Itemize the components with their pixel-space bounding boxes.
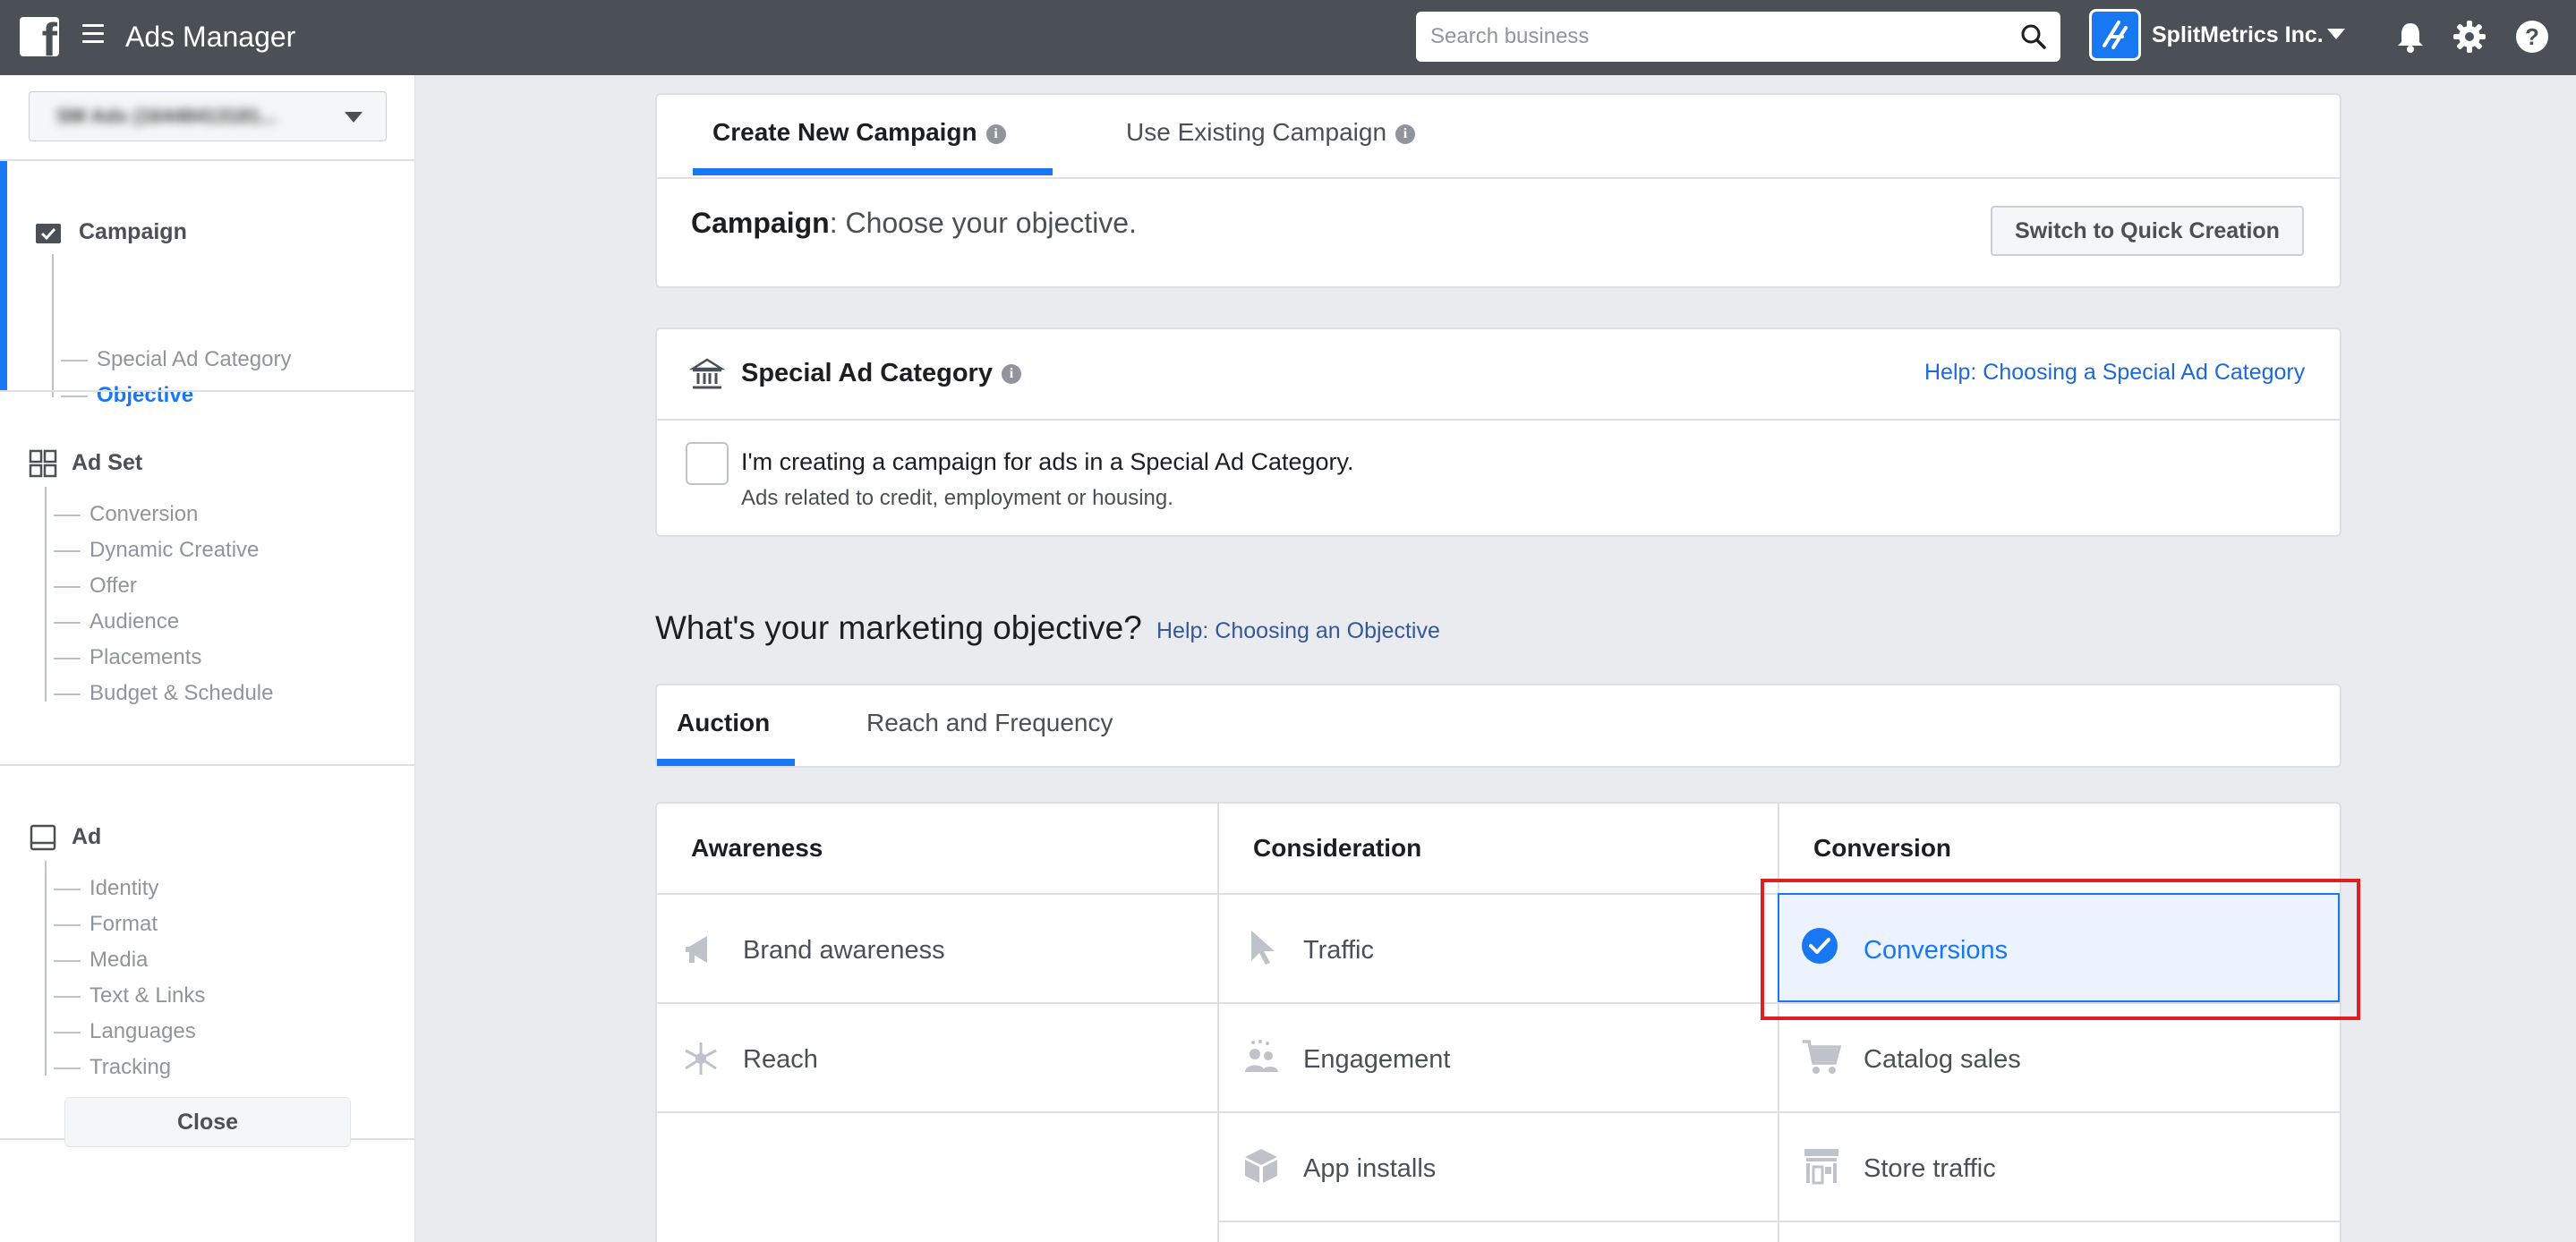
divider <box>657 177 2340 179</box>
active-section-indicator <box>0 161 7 390</box>
column-conversion-title: Conversion <box>1813 834 1952 862</box>
info-icon[interactable]: i <box>1001 364 1021 385</box>
grid-icon <box>29 449 57 478</box>
special-ad-category-checkbox[interactable] <box>686 442 729 485</box>
info-icon[interactable]: i <box>985 123 1006 144</box>
objective-brand-awareness[interactable]: Brand awareness <box>743 934 945 966</box>
sidebar-item-text-links[interactable]: Text & Links <box>53 983 205 1009</box>
account-name: SM Ads (16448413181... <box>56 105 277 127</box>
objective-app-installs[interactable]: App installs <box>1303 1153 1436 1185</box>
highlight-annotation <box>1761 879 2360 1020</box>
sidebar-item-tracking[interactable]: Tracking <box>53 1054 171 1081</box>
sidebar-item-offer[interactable]: Offer <box>54 573 137 600</box>
search-box[interactable] <box>1416 12 2060 62</box>
divider <box>0 764 415 766</box>
sidebar-item-languages[interactable]: Languages <box>54 1018 196 1045</box>
ad-icon <box>30 824 56 851</box>
menu-icon[interactable] <box>82 24 104 46</box>
divider <box>0 390 415 392</box>
svg-text:?: ? <box>2525 23 2539 50</box>
campaign-folder-icon <box>36 224 61 243</box>
notifications-icon[interactable] <box>2392 18 2429 55</box>
sidebar-item-format[interactable]: Format <box>53 911 158 938</box>
divider <box>1778 804 1779 1242</box>
divider <box>657 419 2340 421</box>
column-consideration-title: Consideration <box>1253 834 1422 862</box>
app-title: Ads Manager <box>125 21 296 53</box>
objective-question: What's your marketing objective? <box>655 609 1142 646</box>
reach-icon <box>685 1042 717 1075</box>
divider <box>0 159 415 161</box>
search-icon[interactable] <box>2019 22 2048 51</box>
tab-use-existing-campaign[interactable]: Use Existing Campaign i <box>1126 117 1416 148</box>
sidebar-item-identity[interactable]: Identity <box>53 875 158 902</box>
engagement-icon <box>1245 1040 1278 1072</box>
tree-line <box>45 861 47 1076</box>
sidebar-item-conversion[interactable]: Conversion <box>53 501 198 528</box>
tab-auction[interactable]: Auction <box>677 708 770 738</box>
app-box-icon <box>1245 1149 1277 1183</box>
objective-store-traffic[interactable]: Store traffic <box>1864 1153 1996 1185</box>
sidebar: SM Ads (16448413181... Campaign Special … <box>0 75 415 1242</box>
megaphone-icon <box>686 936 707 963</box>
sidebar-item-dynamic-creative[interactable]: Dynamic Creative <box>53 537 259 564</box>
objective-engagement[interactable]: Engagement <box>1303 1043 1450 1076</box>
switch-to-quick-creation-button[interactable]: Switch to Quick Creation <box>1991 206 2304 256</box>
bank-icon <box>689 358 725 389</box>
tree-line <box>52 254 54 397</box>
help-choosing-objective-link[interactable]: Help: Choosing an Objective <box>1156 617 1440 644</box>
top-bar: f Ads Manager SplitMetrics Inc. ? <box>0 0 2576 75</box>
sidebar-section-campaign[interactable]: Campaign <box>79 218 187 245</box>
checkbox-label: I'm creating a campaign for ads in a Spe… <box>741 448 1354 475</box>
tab-create-new-campaign[interactable]: Create New Campaign i <box>712 117 1006 148</box>
objective-reach[interactable]: Reach <box>743 1043 818 1076</box>
gear-icon[interactable] <box>2451 18 2488 55</box>
search-input[interactable] <box>1430 19 2003 55</box>
business-name[interactable]: SplitMetrics Inc. <box>2152 21 2324 48</box>
divider <box>1217 804 1219 1242</box>
divider <box>657 1111 2340 1113</box>
campaign-heading-label: Campaign <box>691 207 830 239</box>
objective-catalog-sales[interactable]: Catalog sales <box>1864 1043 2021 1076</box>
account-selector[interactable]: SM Ads (16448413181... <box>29 91 387 141</box>
campaign-heading-text: : Choose your objective. <box>829 207 1137 239</box>
cursor-icon <box>1251 931 1275 965</box>
sidebar-section-ad-set[interactable]: Ad Set <box>72 449 142 476</box>
tab-label: Create New Campaign <box>712 118 977 146</box>
tab-label: Use Existing Campaign <box>1126 118 1387 146</box>
checkbox-subtext: Ads related to credit, employment or hou… <box>741 486 1173 510</box>
campaign-heading: Campaign: Choose your objective. <box>691 206 1137 240</box>
active-tab-indicator <box>657 759 795 766</box>
store-icon <box>1804 1149 1838 1185</box>
chevron-down-icon[interactable] <box>2327 29 2345 39</box>
sidebar-item-special-ad-category[interactable]: Special Ad Category <box>60 346 291 373</box>
objective-grid <box>655 802 2341 1242</box>
sidebar-item-audience[interactable]: Audience <box>53 608 179 635</box>
tab-reach-and-frequency[interactable]: Reach and Frequency <box>866 708 1113 738</box>
special-ad-category-label: Special Ad Category <box>741 359 993 387</box>
chevron-down-icon <box>345 112 363 123</box>
help-icon[interactable]: ? <box>2513 18 2551 55</box>
divider <box>1219 1221 2340 1222</box>
active-tab-indicator <box>693 168 1053 175</box>
sidebar-item-budget-schedule[interactable]: Budget & Schedule <box>54 680 274 707</box>
sidebar-item-media[interactable]: Media <box>53 947 148 974</box>
help-special-ad-category-link[interactable]: Help: Choosing a Special Ad Category <box>1924 359 2305 386</box>
column-awareness-title: Awareness <box>691 834 823 862</box>
tree-line <box>45 487 47 702</box>
objective-traffic[interactable]: Traffic <box>1303 934 1374 966</box>
facebook-logo-icon[interactable]: f <box>20 17 59 56</box>
sidebar-item-objective[interactable]: Objective <box>60 382 193 409</box>
info-icon[interactable]: i <box>1395 123 1416 144</box>
special-ad-category-title: Special Ad Category i <box>741 358 1021 388</box>
business-logo-icon[interactable] <box>2089 9 2141 61</box>
cart-icon <box>1803 1040 1842 1074</box>
sidebar-section-ad[interactable]: Ad <box>72 823 101 850</box>
sidebar-item-placements[interactable]: Placements <box>53 644 201 671</box>
close-button[interactable]: Close <box>64 1097 351 1147</box>
